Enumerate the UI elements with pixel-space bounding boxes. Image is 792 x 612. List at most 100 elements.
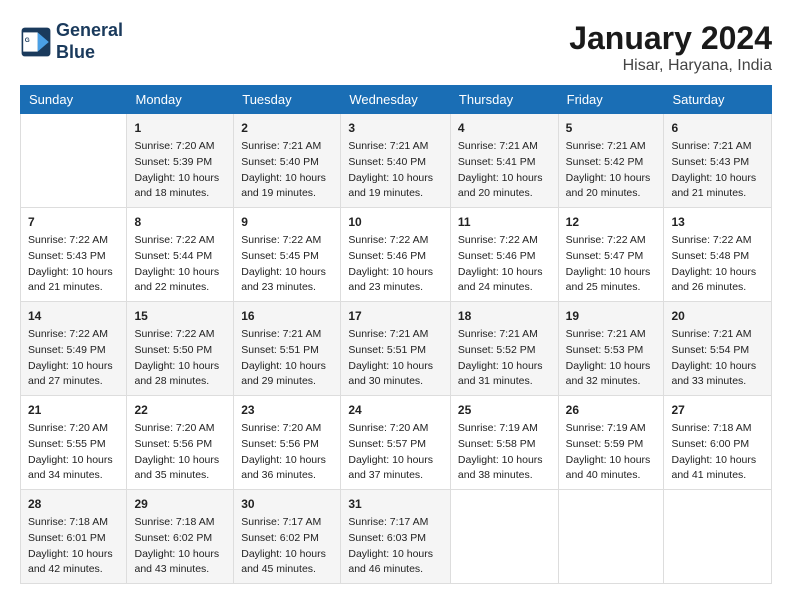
sunrise: Sunrise: 7:21 AM xyxy=(241,140,321,152)
daylight: Daylight: 10 hours and 29 minutes. xyxy=(241,360,326,388)
daylight: Daylight: 10 hours and 26 minutes. xyxy=(671,266,756,294)
day-header-friday: Friday xyxy=(558,86,664,114)
sunset: Sunset: 6:03 PM xyxy=(348,532,426,544)
sunset: Sunset: 5:52 PM xyxy=(458,344,536,356)
sunset: Sunset: 5:45 PM xyxy=(241,250,319,262)
sunset: Sunset: 6:01 PM xyxy=(28,532,106,544)
sunrise: Sunrise: 7:20 AM xyxy=(241,422,321,434)
day-number: 16 xyxy=(241,307,333,325)
sunset: Sunset: 5:51 PM xyxy=(241,344,319,356)
calendar-cell: 6Sunrise: 7:21 AMSunset: 5:43 PMDaylight… xyxy=(664,114,772,208)
sunset: Sunset: 5:40 PM xyxy=(348,156,426,168)
calendar-cell: 5Sunrise: 7:21 AMSunset: 5:42 PMDaylight… xyxy=(558,114,664,208)
page-header: G General Blue January 2024 Hisar, Harya… xyxy=(20,20,772,75)
sunset: Sunset: 5:51 PM xyxy=(348,344,426,356)
daylight: Daylight: 10 hours and 31 minutes. xyxy=(458,360,543,388)
daylight: Daylight: 10 hours and 40 minutes. xyxy=(566,454,651,482)
day-number: 20 xyxy=(671,307,764,325)
sunset: Sunset: 5:50 PM xyxy=(134,344,212,356)
logo-text: General Blue xyxy=(56,20,123,63)
daylight: Daylight: 10 hours and 43 minutes. xyxy=(134,548,219,576)
calendar-cell: 12 Sunrise: 7:22 AM Sunset: 5:47 PM Dayligh… xyxy=(558,208,664,302)
day-number: 15 xyxy=(134,307,226,325)
day-number: 18 xyxy=(458,307,551,325)
day-number: 4 xyxy=(458,119,551,137)
sunrise: Sunrise: 7:20 AM xyxy=(28,422,108,434)
sunrise: Sunrise: 7:21 AM xyxy=(348,140,428,152)
daylight: Daylight: 10 hours and 21 minutes. xyxy=(28,266,113,294)
sunset: Sunset: 5:43 PM xyxy=(28,250,106,262)
day-number: 21 xyxy=(28,401,119,419)
day-number: 22 xyxy=(134,401,226,419)
sunrise: Sunrise: 7:19 AM xyxy=(458,422,538,434)
sunrise: Sunrise: 7:17 AM xyxy=(348,516,428,528)
calendar-cell xyxy=(664,490,772,584)
sunset: Sunset: 5:43 PM xyxy=(671,156,749,168)
sunset: Sunset: 5:48 PM xyxy=(671,250,749,262)
calendar-cell: 18 Sunrise: 7:21 AM Sunset: 5:52 PM Dayligh… xyxy=(450,302,558,396)
day-header-thursday: Thursday xyxy=(450,86,558,114)
calendar-cell: 21Sunrise: 7:20 AMSunset: 5:55 PMDayligh… xyxy=(21,396,127,490)
sunset: Sunset: 5:39 PM xyxy=(134,156,212,168)
calendar-week-4: 21Sunrise: 7:20 AMSunset: 5:55 PMDayligh… xyxy=(21,396,772,490)
sunset: Sunset: 5:57 PM xyxy=(348,438,426,450)
daylight: Daylight: 10 hours and 37 minutes. xyxy=(348,454,433,482)
calendar-cell: 23Sunrise: 7:20 AMSunset: 5:56 PMDayligh… xyxy=(234,396,341,490)
daylight: Daylight: 10 hours and 30 minutes. xyxy=(348,360,433,388)
calendar-cell: 20Sunrise: 7:21 AMSunset: 5:54 PMDayligh… xyxy=(664,302,772,396)
sunrise: Sunrise: 7:20 AM xyxy=(348,422,428,434)
day-header-saturday: Saturday xyxy=(664,86,772,114)
day-number: 9 xyxy=(241,213,333,231)
sunset: Sunset: 5:46 PM xyxy=(458,250,536,262)
calendar-cell: 8Sunrise: 7:22 AMSunset: 5:44 PMDaylight… xyxy=(127,208,234,302)
daylight: Daylight: 10 hours and 24 minutes. xyxy=(458,266,543,294)
calendar-week-5: 28Sunrise: 7:18 AMSunset: 6:01 PMDayligh… xyxy=(21,490,772,584)
sunrise: Sunrise: 7:21 AM xyxy=(671,140,751,152)
calendar-cell: 24Sunrise: 7:20 AMSunset: 5:57 PMDayligh… xyxy=(341,396,451,490)
sunset: Sunset: 5:56 PM xyxy=(241,438,319,450)
sunrise: Sunrise: 7:22 AM xyxy=(134,328,214,340)
calendar-week-1: 1Sunrise: 7:20 AMSunset: 5:39 PMDaylight… xyxy=(21,114,772,208)
daylight: Daylight: 10 hours and 42 minutes. xyxy=(28,548,113,576)
daylight: Daylight: 10 hours and 20 minutes. xyxy=(458,172,543,200)
sunset: Sunset: 5:41 PM xyxy=(458,156,536,168)
daylight: Daylight: 10 hours and 46 minutes. xyxy=(348,548,433,576)
sunset: Sunset: 6:00 PM xyxy=(671,438,749,450)
sunset: Sunset: 6:02 PM xyxy=(134,532,212,544)
calendar-cell: 19Sunrise: 7:21 AMSunset: 5:53 PMDayligh… xyxy=(558,302,664,396)
day-number: 12 xyxy=(566,213,657,231)
day-header-wednesday: Wednesday xyxy=(341,86,451,114)
sunrise: Sunrise: 7:21 AM xyxy=(566,328,646,340)
calendar-cell: 2Sunrise: 7:21 AMSunset: 5:40 PMDaylight… xyxy=(234,114,341,208)
day-number: 25 xyxy=(458,401,551,419)
calendar-header-row: SundayMondayTuesdayWednesdayThursdayFrid… xyxy=(21,86,772,114)
daylight: Daylight: 10 hours and 25 minutes. xyxy=(566,266,651,294)
daylight: Daylight: 10 hours and 34 minutes. xyxy=(28,454,113,482)
day-number: 17 xyxy=(348,307,443,325)
day-number: 7 xyxy=(28,213,119,231)
day-number: 19 xyxy=(566,307,657,325)
calendar-cell: 28Sunrise: 7:18 AMSunset: 6:01 PMDayligh… xyxy=(21,490,127,584)
daylight: Daylight: 10 hours and 20 minutes. xyxy=(566,172,651,200)
daylight: Daylight: 10 hours and 18 minutes. xyxy=(134,172,219,200)
day-number: 31 xyxy=(348,495,443,513)
daylight: Daylight: 10 hours and 28 minutes. xyxy=(134,360,219,388)
sunset: Sunset: 6:02 PM xyxy=(241,532,319,544)
sunset: Sunset: 5:47 PM xyxy=(566,250,644,262)
daylight: Daylight: 10 hours and 22 minutes. xyxy=(134,266,219,294)
sunrise: Sunrise: 7:22 AM xyxy=(566,234,646,246)
sunset: Sunset: 5:53 PM xyxy=(566,344,644,356)
daylight: Daylight: 10 hours and 35 minutes. xyxy=(134,454,219,482)
sunrise: Sunrise: 7:21 AM xyxy=(458,328,538,340)
sunset: Sunset: 5:59 PM xyxy=(566,438,644,450)
calendar-cell: 9Sunrise: 7:22 AMSunset: 5:45 PMDaylight… xyxy=(234,208,341,302)
calendar-cell: 15 Sunrise: 7:22 AM Sunset: 5:50 PM Dayligh… xyxy=(127,302,234,396)
sunrise: Sunrise: 7:21 AM xyxy=(348,328,428,340)
day-number: 13 xyxy=(671,213,764,231)
calendar-cell: 3Sunrise: 7:21 AMSunset: 5:40 PMDaylight… xyxy=(341,114,451,208)
day-number: 8 xyxy=(134,213,226,231)
sunrise: Sunrise: 7:22 AM xyxy=(28,328,108,340)
calendar-week-2: 7 Sunrise: 7:22 AM Sunset: 5:43 PM Daylight… xyxy=(21,208,772,302)
sunrise: Sunrise: 7:22 AM xyxy=(348,234,428,246)
daylight: Daylight: 10 hours and 41 minutes. xyxy=(671,454,756,482)
